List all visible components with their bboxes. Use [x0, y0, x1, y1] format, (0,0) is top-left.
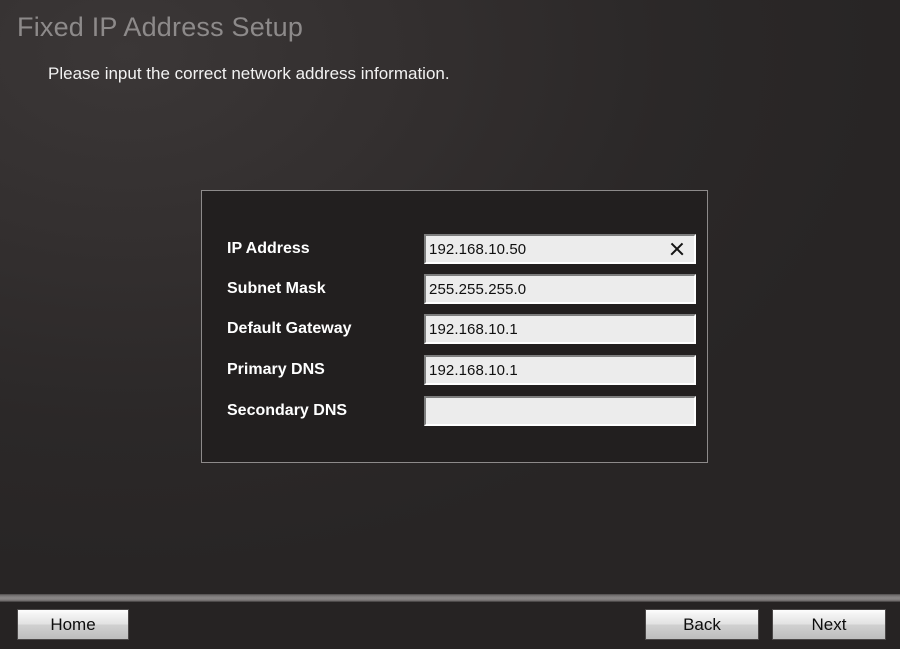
- input-ip-address[interactable]: 192.168.10.50: [424, 234, 696, 264]
- page-subtitle: Please input the correct network address…: [48, 64, 450, 83]
- form-row-ip-address: IP Address 192.168.10.50: [202, 234, 707, 264]
- label-ip-address: IP Address: [227, 240, 310, 257]
- form-row-primary-dns: Primary DNS 192.168.10.1: [202, 355, 707, 385]
- form-row-default-gateway: Default Gateway 192.168.10.1: [202, 314, 707, 344]
- input-primary-dns[interactable]: 192.168.10.1: [424, 355, 696, 385]
- form-row-secondary-dns: Secondary DNS: [202, 396, 707, 426]
- input-value-ip-address: 192.168.10.50: [429, 240, 527, 258]
- label-subnet-mask: Subnet Mask: [227, 280, 326, 297]
- footer-divider: [0, 594, 900, 602]
- close-x-icon[interactable]: [668, 240, 686, 258]
- network-settings-panel: IP Address 192.168.10.50 Subnet Mask 255…: [201, 190, 708, 463]
- next-button[interactable]: Next: [772, 609, 886, 640]
- back-button[interactable]: Back: [645, 609, 759, 640]
- form-row-subnet-mask: Subnet Mask 255.255.255.0: [202, 274, 707, 304]
- input-subnet-mask[interactable]: 255.255.255.0: [424, 274, 696, 304]
- input-value-default-gateway: 192.168.10.1: [429, 320, 518, 338]
- label-secondary-dns: Secondary DNS: [227, 402, 348, 419]
- page-title: Fixed IP Address Setup: [17, 12, 304, 42]
- setup-wizard-screen: Fixed IP Address Setup Please input the …: [0, 0, 900, 649]
- footer-bar: [0, 602, 900, 649]
- home-button[interactable]: Home: [17, 609, 129, 640]
- input-secondary-dns[interactable]: [424, 396, 696, 426]
- label-default-gateway: Default Gateway: [227, 320, 352, 337]
- label-primary-dns: Primary DNS: [227, 361, 325, 378]
- input-value-primary-dns: 192.168.10.1: [429, 361, 518, 379]
- input-value-subnet-mask: 255.255.255.0: [429, 280, 527, 298]
- input-default-gateway[interactable]: 192.168.10.1: [424, 314, 696, 344]
